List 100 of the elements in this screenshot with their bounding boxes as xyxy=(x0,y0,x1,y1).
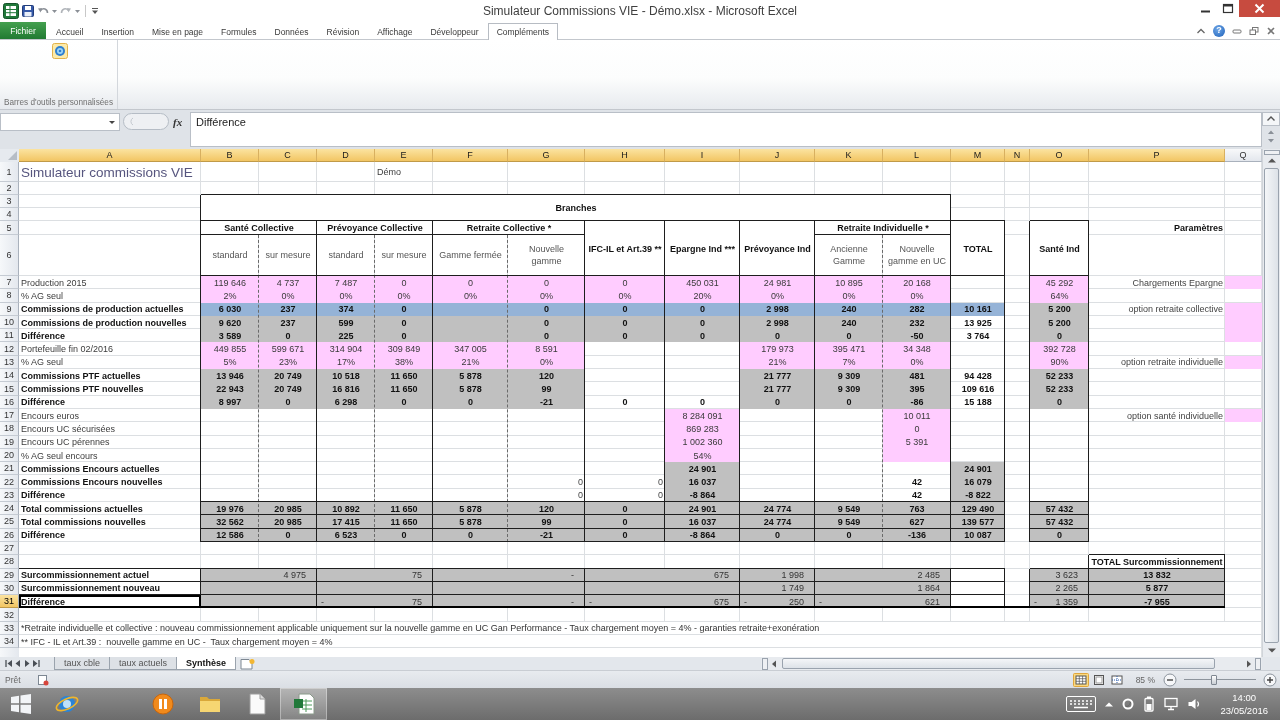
row-header[interactable]: 7 xyxy=(0,276,19,290)
row-header[interactable]: 18 xyxy=(0,422,19,436)
input-cell[interactable]: 392 728 xyxy=(1030,342,1089,356)
scroll-thumb[interactable] xyxy=(1264,168,1279,643)
input-cell[interactable] xyxy=(1225,302,1262,343)
restore-icon[interactable] xyxy=(1249,25,1259,36)
input-cell[interactable]: 0% xyxy=(883,289,951,303)
close-icon[interactable] xyxy=(1266,25,1276,36)
input-cell[interactable]: 0 xyxy=(433,276,508,290)
sheet-tab[interactable]: Synthèse xyxy=(176,657,237,670)
column-header[interactable]: L xyxy=(883,149,951,162)
input-cell[interactable]: 64% xyxy=(1030,289,1089,303)
input-cell[interactable]: 0% xyxy=(317,289,375,303)
row-header[interactable]: 25 xyxy=(0,515,19,529)
row-header[interactable]: 11 xyxy=(0,329,19,343)
file-tab[interactable]: Fichier xyxy=(0,22,46,39)
volume-icon[interactable] xyxy=(1187,697,1202,711)
ribbon-tab[interactable]: Données xyxy=(265,23,318,40)
emblem-icon[interactable] xyxy=(52,43,68,59)
input-cell[interactable]: 0 xyxy=(585,276,665,290)
vertical-scrollbar[interactable] xyxy=(1262,149,1280,657)
row-header[interactable]: 24 xyxy=(0,502,19,516)
input-cell[interactable]: 0% xyxy=(508,289,585,303)
input-cell[interactable]: 309 849 xyxy=(375,342,433,356)
column-header[interactable]: M xyxy=(951,149,1005,162)
zoom-level[interactable]: 85 % xyxy=(1135,674,1155,685)
sheet-tab[interactable]: taux actuels xyxy=(109,657,178,670)
clock-time[interactable]: 14:00 xyxy=(1232,691,1257,704)
input-cell[interactable]: 45 292 xyxy=(1030,276,1089,290)
taskbar-button[interactable] xyxy=(280,688,327,720)
record-macro-icon[interactable] xyxy=(36,673,49,686)
monitor-icon[interactable] xyxy=(1164,697,1179,711)
column-header[interactable]: G xyxy=(508,149,585,162)
input-cell[interactable]: 0% xyxy=(375,289,433,303)
input-cell[interactable] xyxy=(1225,276,1262,290)
column-header[interactable]: P xyxy=(1089,149,1225,162)
column-header[interactable]: A xyxy=(19,149,201,162)
ribbon-tab[interactable]: Formules xyxy=(212,23,266,40)
horizontal-scrollbar[interactable] xyxy=(761,657,1262,670)
input-cell[interactable]: 7 487 xyxy=(317,276,375,290)
clock-date[interactable]: 23/05/2016 xyxy=(1220,704,1268,717)
column-header[interactable]: E xyxy=(375,149,433,162)
input-cell[interactable]: 449 855 xyxy=(201,342,259,356)
row-header[interactable]: 21 xyxy=(0,462,19,476)
customize-icon[interactable] xyxy=(91,7,99,15)
input-cell[interactable]: 314 904 xyxy=(317,342,375,356)
insert-function-button[interactable]: fx xyxy=(170,113,186,131)
ring-icon[interactable] xyxy=(1122,697,1135,711)
row-header[interactable]: 2 xyxy=(0,182,19,195)
column-header[interactable]: B xyxy=(201,149,259,162)
row-header[interactable]: 6 xyxy=(0,235,19,276)
ribbon-tab[interactable]: Insertion xyxy=(92,23,143,40)
row-header[interactable]: 12 xyxy=(0,342,19,356)
keyboard-icon[interactable] xyxy=(1066,696,1097,712)
input-cell[interactable]: 0% xyxy=(740,289,815,303)
input-cell[interactable]: 2% xyxy=(201,289,259,303)
spreadsheet-grid[interactable] xyxy=(0,149,1262,657)
scroll-thumb[interactable] xyxy=(782,658,1215,669)
column-header[interactable]: K xyxy=(815,149,883,162)
resize-handle[interactable] xyxy=(123,113,169,130)
normal-view-icon[interactable] xyxy=(1072,672,1089,687)
last-sheet-icon[interactable] xyxy=(32,659,40,668)
split-handle[interactable] xyxy=(1255,657,1261,670)
spreadsheet-icon[interactable] xyxy=(3,3,19,19)
column-header[interactable]: C xyxy=(259,149,317,162)
previous-sheet-icon[interactable] xyxy=(14,659,22,668)
column-header[interactable]: Q xyxy=(1225,149,1262,162)
zoom-out-icon[interactable] xyxy=(1163,672,1177,687)
input-cell[interactable]: 0% xyxy=(433,289,508,303)
insert-sheet-icon[interactable] xyxy=(238,657,257,670)
zoom-in-icon[interactable] xyxy=(1263,672,1277,687)
row-header[interactable]: 34 xyxy=(0,635,19,649)
input-cell[interactable]: 0 xyxy=(508,276,585,290)
input-cell[interactable]: 179 973 xyxy=(740,342,815,356)
input-cell[interactable]: 34 348 xyxy=(883,342,951,356)
column-header[interactable]: O xyxy=(1030,149,1089,162)
split-handle[interactable] xyxy=(1263,150,1280,155)
input-cell[interactable]: 119 646 xyxy=(201,276,259,290)
input-cell[interactable]: 4 737 xyxy=(259,276,317,290)
input-cell[interactable]: 395 471 xyxy=(815,342,883,356)
ribbon-tab[interactable]: Mise en page xyxy=(143,23,213,40)
input-cell[interactable]: 869 283 xyxy=(665,422,740,436)
input-cell[interactable]: 20% xyxy=(665,289,740,303)
column-header[interactable]: N xyxy=(1005,149,1030,162)
input-cell[interactable]: 450 031 xyxy=(665,276,740,290)
ribbon-tab[interactable]: Révision xyxy=(317,23,369,40)
battery-icon[interactable] xyxy=(1143,696,1156,712)
ribbon-tab[interactable]: Compléments xyxy=(487,23,559,40)
sheet-tab[interactable]: taux cble xyxy=(54,657,111,670)
input-cell[interactable]: 0% xyxy=(259,289,317,303)
column-header[interactable]: H xyxy=(585,149,665,162)
split-handle[interactable] xyxy=(762,657,768,670)
row-header[interactable]: 28 xyxy=(0,555,19,569)
slider-thumb[interactable] xyxy=(1211,674,1218,685)
input-cell[interactable]: 599 671 xyxy=(259,342,317,356)
input-cell[interactable]: 0% xyxy=(815,289,883,303)
page-break-icon[interactable] xyxy=(1108,672,1125,687)
row-header[interactable]: 8 xyxy=(0,289,19,303)
row-header[interactable]: 32 xyxy=(0,608,19,622)
input-cell[interactable]: 0% xyxy=(585,289,665,303)
